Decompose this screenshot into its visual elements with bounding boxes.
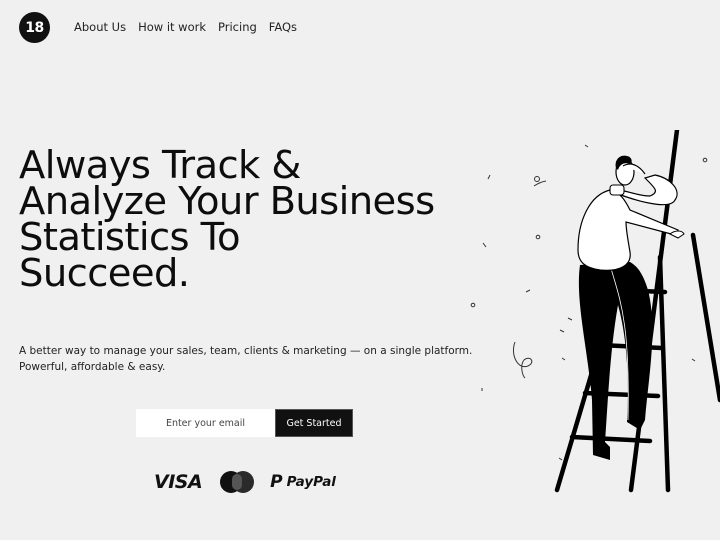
main-nav: About Us How it work Pricing FAQs	[74, 20, 297, 34]
mastercard-icon	[220, 471, 255, 493]
email-input[interactable]	[136, 409, 275, 437]
paypal-icon: P	[270, 472, 283, 492]
hero-headline: Always Track & Analyze Your Business Sta…	[19, 143, 435, 296]
legs	[578, 262, 653, 460]
paypal-logo: P PayPal	[270, 472, 336, 492]
nav-faqs[interactable]: FAQs	[269, 20, 297, 34]
man-on-ladder-icon	[470, 130, 720, 493]
visa-logo: VISA	[154, 471, 203, 493]
payment-logos: VISA P PayPal	[154, 471, 336, 493]
paypal-text: PayPal	[286, 474, 336, 490]
signup-form: Get Started	[136, 409, 353, 437]
get-started-button[interactable]: Get Started	[275, 409, 353, 437]
hero-subtitle: A better way to manage your sales, team,…	[19, 345, 473, 373]
logo[interactable]: 18	[19, 12, 50, 43]
nav-about-us[interactable]: About Us	[74, 20, 126, 34]
nav-pricing[interactable]: Pricing	[218, 20, 257, 34]
logo-text: 18	[25, 19, 44, 36]
nav-how-it-work[interactable]: How it work	[138, 20, 206, 34]
